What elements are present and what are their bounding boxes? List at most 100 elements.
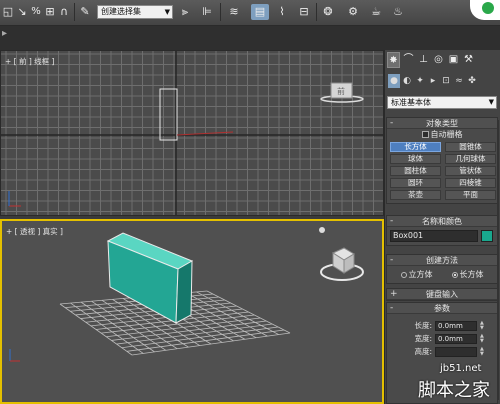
systems-icon[interactable]: ✤ — [466, 74, 478, 88]
select-object-icon[interactable]: ◱ — [2, 4, 14, 20]
object-type-button[interactable]: 圆锥体 — [445, 142, 496, 152]
utilities-tab-icon[interactable]: ⚒ — [462, 52, 475, 68]
viewcube-label: 前 — [337, 86, 345, 96]
checkbox-icon — [421, 131, 429, 138]
curve-editor-icon[interactable]: ⌇ — [274, 4, 290, 20]
object-type-button[interactable]: 茶壶 — [390, 190, 441, 200]
radio-box[interactable]: 长方体 — [451, 269, 484, 280]
teal-box[interactable] — [106, 232, 194, 324]
hierarchy-tab-icon[interactable]: ⊥ — [417, 52, 430, 68]
render-icon[interactable]: ♨ — [390, 4, 406, 20]
parameters-title: 参数 — [434, 304, 450, 313]
display-tab-icon[interactable]: ▣ — [447, 52, 460, 68]
chevron-right-icon[interactable]: ▸ — [2, 28, 7, 39]
cameras-icon[interactable]: ▸ — [427, 74, 439, 88]
name-color-title: 名称和颜色 — [422, 217, 462, 226]
green-logo-icon — [482, 2, 494, 14]
object-name-input[interactable]: Box001 — [390, 230, 478, 242]
category-dropdown[interactable]: 标准基本体 ▼ — [387, 96, 497, 109]
keyboard-entry-rollout: + 键盘输入 — [386, 288, 498, 301]
command-panel-tabs: ✸ ⌒ ⊥ ◎ ▣ ⚒ — [385, 52, 500, 72]
percent-snap-icon[interactable]: % — [30, 4, 42, 20]
creation-method-title: 创建方法 — [426, 256, 458, 265]
object-type-button[interactable]: 四棱锥 — [445, 178, 496, 188]
object-type-button[interactable]: 圆柱体 — [390, 166, 441, 176]
shapes-icon[interactable]: ◐ — [401, 74, 413, 88]
radio-selected-icon — [451, 272, 458, 278]
persp-axis-gizmo — [9, 349, 20, 362]
collapse-icon: - — [390, 255, 394, 265]
autogrid-label: 自动栅格 — [430, 130, 463, 139]
height-spinner-icon[interactable]: ▲ ▼ — [480, 346, 485, 357]
creation-method-rollout: - 创建方法 立方体 长方体 — [386, 254, 498, 284]
select-name-icon[interactable]: ↘ — [16, 4, 28, 20]
object-type-rollout: - 对象类型 自动栅格 长方体 圆锥体 球体 几何球体 圆柱体 管状体 圆环 四棱锥 茶壶 平面 — [386, 117, 498, 204]
align-icon[interactable]: ⊫ — [200, 4, 214, 20]
radio-icon — [400, 272, 407, 278]
toolbar-separator — [220, 3, 221, 21]
front-viewport-label[interactable]: + [ 前 ] 线框 ] — [5, 56, 54, 67]
height-label: 高度: — [414, 347, 432, 356]
object-type-header[interactable]: - 对象类型 — [387, 118, 497, 129]
category-value: 标准基本体 — [391, 98, 431, 107]
height-input[interactable] — [435, 346, 477, 357]
axis-gizmo — [8, 191, 21, 207]
name-color-header[interactable]: - 名称和颜色 — [387, 216, 497, 227]
collapse-icon: - — [390, 303, 394, 313]
creation-method-header[interactable]: - 创建方法 — [387, 255, 497, 266]
front-grid: 前 — [1, 51, 383, 215]
length-label: 长度: — [414, 321, 432, 330]
ribbon-strip: ▸ — [0, 26, 500, 50]
command-panel: ✸ ⌒ ⊥ ◎ ▣ ⚒ ● ◐ ✦ ▸ ⊡ ≈ ✤ 标准基本体 ▼ - 对象类型 — [384, 50, 500, 404]
keyboard-entry-title: 键盘输入 — [426, 290, 458, 299]
home-icon — [319, 227, 325, 233]
ribbon-icon[interactable]: ▤ — [251, 4, 269, 20]
render-setup-icon[interactable]: ⚙ — [344, 4, 362, 20]
panel-scrollbar[interactable] — [497, 120, 499, 400]
main-toolbar: ◱ ↘ % ⊞ ∩ ✎ 创建选择集 ▼ ⫸ ⊫ ≋ ▤ ⌇ ⊟ ❂ ⚙ ☕ ♨ — [0, 0, 500, 26]
collapse-icon: - — [390, 216, 394, 226]
geometry-icon[interactable]: ● — [388, 74, 400, 88]
magnet-icon[interactable]: ∩ — [58, 4, 70, 20]
watermark-site: jb51.net — [440, 363, 482, 374]
perspective-viewport[interactable]: + [ 透视 ] 真实 ] — [0, 219, 384, 404]
spinner-snap-icon[interactable]: ⊞ — [44, 4, 56, 20]
radio-cube-label: 立方体 — [408, 270, 433, 279]
object-type-button[interactable]: 圆环 — [390, 178, 441, 188]
edit-named-selections-icon[interactable]: ✎ — [78, 4, 92, 20]
object-color-swatch[interactable] — [481, 230, 493, 242]
object-type-button[interactable]: 几何球体 — [445, 154, 496, 164]
expand-icon: + — [390, 289, 398, 299]
mirror-icon[interactable]: ⫸ — [178, 4, 192, 20]
selection-set-dropdown[interactable]: 创建选择集 ▼ — [97, 5, 173, 19]
object-type-button[interactable]: 管状体 — [445, 166, 496, 176]
object-type-button[interactable]: 长方体 — [390, 142, 441, 152]
width-input[interactable]: 0.0mm — [435, 333, 477, 344]
helpers-icon[interactable]: ⊡ — [440, 74, 452, 88]
motion-tab-icon[interactable]: ◎ — [432, 52, 445, 68]
layer-manager-icon[interactable]: ≋ — [226, 4, 242, 20]
front-viewport[interactable]: 前 + [ 前 ] 线框 ] — [0, 50, 384, 216]
keyboard-entry-header[interactable]: + 键盘输入 — [387, 289, 497, 300]
schematic-view-icon[interactable]: ⊟ — [296, 4, 312, 20]
object-type-button[interactable]: 平面 — [445, 190, 496, 200]
width-spinner-icon[interactable]: ▲ ▼ — [480, 333, 485, 344]
selection-set-value: 创建选择集 — [101, 7, 141, 16]
spacewarps-icon[interactable]: ≈ — [453, 74, 465, 88]
radio-cube[interactable]: 立方体 — [400, 269, 433, 280]
perspective-viewport-label[interactable]: + [ 透视 ] 真实 ] — [6, 226, 63, 237]
material-editor-icon[interactable]: ❂ — [320, 4, 336, 20]
length-spinner-icon[interactable]: ▲ ▼ — [480, 320, 485, 331]
lights-icon[interactable]: ✦ — [414, 74, 426, 88]
length-input[interactable]: 0.0mm — [435, 320, 477, 331]
parameters-header[interactable]: - 参数 — [387, 303, 497, 314]
modify-tab-icon[interactable]: ⌒ — [402, 52, 415, 68]
collapse-icon: - — [390, 118, 394, 128]
perspective-viewcube[interactable] — [319, 227, 364, 281]
name-color-rollout: - 名称和颜色 Box001 — [386, 215, 498, 246]
create-tab-icon[interactable]: ✸ — [387, 52, 400, 68]
rendered-frame-icon[interactable]: ☕ — [368, 4, 384, 20]
object-type-button[interactable]: 球体 — [390, 154, 441, 164]
3dsmax-window: ◱ ↘ % ⊞ ∩ ✎ 创建选择集 ▼ ⫸ ⊫ ≋ ▤ ⌇ ⊟ ❂ ⚙ ☕ ♨ … — [0, 0, 500, 404]
autogrid-checkbox[interactable]: 自动栅格 — [387, 130, 497, 140]
